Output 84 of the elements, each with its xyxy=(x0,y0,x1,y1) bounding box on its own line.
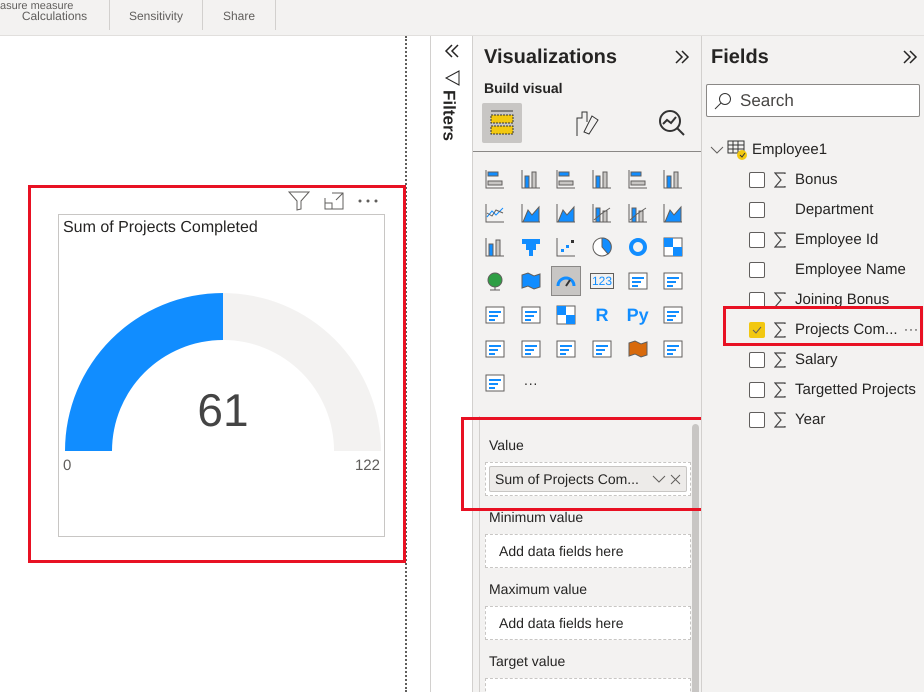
horizontal-bar-chart-icon xyxy=(626,168,649,190)
field-name[interactable]: Bonus xyxy=(795,168,838,192)
field-checkbox[interactable] xyxy=(749,382,765,398)
field-well[interactable]: Add data fields here xyxy=(485,606,691,640)
field-well-label: Target value xyxy=(489,652,566,671)
field-well-label: Maximum value xyxy=(489,580,588,599)
collapse-icon[interactable] xyxy=(674,50,690,64)
field-well-placeholder: Add data fields here xyxy=(499,542,624,560)
column-chart-icon xyxy=(662,168,684,190)
field-name[interactable]: Targetted Projects xyxy=(795,378,916,402)
field-name[interactable]: Projects Com... xyxy=(795,318,898,342)
r-script-icon: R xyxy=(596,306,608,324)
donut-chart-icon xyxy=(626,236,649,258)
field-name[interactable]: Employee Id xyxy=(795,228,878,252)
chip-label: Sum of Projects Com... xyxy=(495,470,640,489)
pie-chart-icon xyxy=(591,236,613,258)
field-name[interactable]: Salary xyxy=(795,348,838,372)
search-icon xyxy=(714,92,732,110)
field-well-label: Value xyxy=(489,436,525,455)
python-icon: Py xyxy=(626,306,649,324)
ribbon-chart-icon xyxy=(662,202,684,224)
search-field[interactable]: Search xyxy=(706,84,920,117)
field-well-placeholder: Add data fields here xyxy=(499,614,624,632)
field-name[interactable]: Year xyxy=(795,408,826,432)
gauge-value: 61 xyxy=(196,387,250,433)
more-options-icon[interactable] xyxy=(358,199,378,203)
magnifier-chart-icon xyxy=(657,108,687,138)
field-checkbox[interactable] xyxy=(749,352,765,368)
report-icon xyxy=(591,338,613,360)
table-name[interactable]: Employee1 xyxy=(752,138,828,162)
field-name[interactable]: Employee Name xyxy=(795,258,906,282)
ribbon-button-label[interactable]: asure measure xyxy=(0,0,74,12)
expand-icon[interactable] xyxy=(444,44,460,58)
matrix-icon xyxy=(555,304,578,326)
focus-mode-icon[interactable] xyxy=(324,192,344,210)
field-checkbox[interactable] xyxy=(749,262,765,278)
more-visuals-button[interactable]: ··· xyxy=(516,368,546,398)
waterfall-chart-icon xyxy=(484,236,506,258)
field-checkbox[interactable] xyxy=(749,172,765,188)
combo-chart-icon xyxy=(626,202,649,224)
field-checkbox[interactable] xyxy=(749,412,765,428)
card-icon xyxy=(626,270,649,292)
ribbon-group-label: Share xyxy=(222,8,256,25)
field-chip[interactable]: Sum of Projects Com... xyxy=(489,466,687,492)
check-icon xyxy=(752,326,762,334)
more-options-button[interactable]: ··· xyxy=(904,318,919,342)
funnel-icon xyxy=(520,236,542,258)
number-card-icon: 123 xyxy=(590,273,614,289)
scrollbar[interactable] xyxy=(692,424,699,692)
field-name[interactable]: Department xyxy=(795,198,874,222)
build-visual-tab[interactable] xyxy=(482,103,522,143)
pane-title: Fields xyxy=(711,45,769,70)
scatter-chart-icon xyxy=(555,236,578,258)
column-chart-icon xyxy=(591,168,613,190)
field-well[interactable]: Add data fields here xyxy=(485,534,691,568)
section-label: Build visual xyxy=(483,79,564,98)
combo-chart-icon xyxy=(591,202,613,224)
field-name[interactable]: Joining Bonus xyxy=(795,288,890,312)
chevron-down-icon[interactable] xyxy=(652,474,666,484)
table-check-icon xyxy=(727,139,749,161)
document-icon xyxy=(555,338,578,360)
map-icon xyxy=(520,270,542,292)
gauge-min-label: 0 xyxy=(63,456,72,476)
horizontal-bar-chart-icon xyxy=(484,168,506,190)
field-checkbox[interactable] xyxy=(749,232,765,248)
filter-icon[interactable] xyxy=(288,191,310,211)
field-checkbox[interactable] xyxy=(749,202,765,218)
field-well-label: Minimum value xyxy=(489,508,584,527)
filters-label: Filters xyxy=(442,90,460,142)
ribbon-group-label: Sensitivity xyxy=(128,8,184,25)
gauge-max-label: 122 xyxy=(354,456,380,476)
visual-title: Sum of Projects Completed xyxy=(63,218,259,238)
close-icon[interactable] xyxy=(670,474,681,484)
pane-title: Visualizations xyxy=(484,45,618,70)
gauge-visual[interactable]: Sum of Projects Completed 61 0 122 xyxy=(58,214,385,537)
line-chart-icon xyxy=(484,202,506,224)
area-chart-icon xyxy=(555,202,578,224)
collapse-icon[interactable] xyxy=(902,50,918,64)
horizontal-bar-chart-icon xyxy=(555,168,578,190)
column-chart-icon xyxy=(520,168,542,190)
filter-icon xyxy=(444,70,460,86)
ribbon-group-label: Calculations xyxy=(22,9,88,25)
treemap-icon xyxy=(662,236,684,258)
area-chart-icon xyxy=(520,202,542,224)
